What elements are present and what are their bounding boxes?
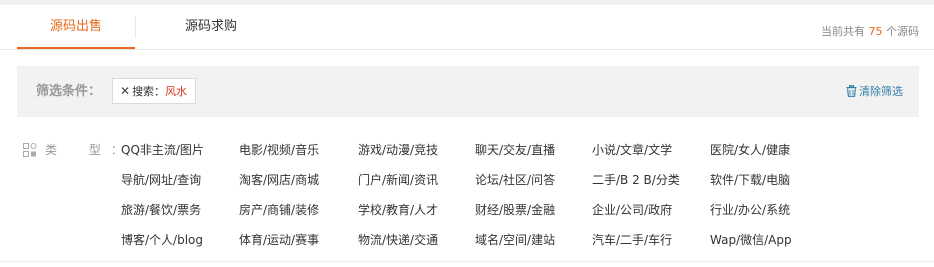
count-suffix: 个源码 bbox=[882, 25, 919, 38]
category-link[interactable]: 游戏/动漫/竞技 bbox=[358, 140, 438, 160]
category-link[interactable]: 财经/股票/金融 bbox=[475, 200, 555, 220]
tab-buy[interactable]: 源码求购 bbox=[136, 5, 286, 49]
category-row: 旅游/餐饮/票务 房产/商铺/装修 学校/教育/人才 财经/股票/金融 企业/公司/政府… bbox=[121, 200, 841, 230]
source-count: 当前共有 75 个源码 bbox=[821, 10, 919, 54]
category-link[interactable]: 小说/文章/文学 bbox=[592, 140, 672, 160]
category-link[interactable]: 聊天/交友/直播 bbox=[475, 140, 555, 160]
chip-prefix: 搜索： bbox=[132, 85, 166, 98]
tab-bar: 源码出售 源码求购 当前共有 75 个源码 bbox=[0, 5, 934, 50]
category-link[interactable]: 物流/快递/交通 bbox=[358, 230, 438, 250]
trash-icon bbox=[846, 68, 857, 119]
category-link[interactable]: 旅游/餐饮/票务 bbox=[121, 200, 201, 220]
category-row: 导航/网址/查询 淘客/网店/商城 门户/新闻/资讯 论坛/社区/问答 二手/B 2 B… bbox=[121, 170, 841, 200]
category-link[interactable]: 论坛/社区/问答 bbox=[475, 170, 555, 190]
category-link[interactable]: 汽车/二手/车行 bbox=[592, 230, 672, 250]
category-link[interactable]: 导航/网址/查询 bbox=[121, 170, 201, 190]
category-row: 博客/个人/blog 体育/运动/赛事 物流/快递/交通 域名/空间/建站 汽车/二手/… bbox=[121, 230, 841, 260]
grid-icon bbox=[23, 143, 37, 160]
tab-sell[interactable]: 源码出售 bbox=[17, 5, 135, 49]
close-icon[interactable]: ✕ bbox=[120, 84, 130, 98]
category-link[interactable]: 行业/办公/系统 bbox=[710, 200, 790, 220]
category-link[interactable]: Wap/微信/App bbox=[710, 230, 792, 250]
category-link[interactable]: 医院/女人/健康 bbox=[710, 140, 790, 160]
clear-filter-label: 清除筛选 bbox=[859, 85, 903, 98]
category-link[interactable]: 学校/教育/人才 bbox=[358, 200, 438, 220]
category-link[interactable]: 房产/商铺/装修 bbox=[239, 200, 319, 220]
category-link[interactable]: 二手/B 2 B/分类 bbox=[592, 170, 680, 190]
filter-label: 筛选条件： bbox=[36, 84, 102, 99]
type-label: 类 型 bbox=[45, 143, 115, 157]
category-link[interactable]: 体育/运动/赛事 bbox=[239, 230, 319, 250]
category-link[interactable]: 企业/公司/政府 bbox=[592, 200, 672, 220]
category-link[interactable]: 门户/新闻/资讯 bbox=[358, 170, 438, 190]
filter-bar: 筛选条件： ✕ 搜索：风水 清除筛选 bbox=[17, 66, 919, 117]
category-link[interactable]: 博客/个人/blog bbox=[121, 230, 203, 250]
category-link[interactable]: QQ非主流/图片 bbox=[121, 140, 204, 160]
clear-filter-button[interactable]: 清除筛选 bbox=[846, 66, 903, 119]
bottom-divider bbox=[0, 261, 934, 262]
category-link[interactable]: 淘客/网店/商城 bbox=[239, 170, 319, 190]
category-link[interactable]: 域名/空间/建站 bbox=[475, 230, 555, 250]
count-value: 75 bbox=[868, 25, 883, 38]
category-link[interactable]: 电影/视频/音乐 bbox=[239, 140, 319, 160]
category-link[interactable]: 软件/下载/电脑 bbox=[710, 170, 790, 190]
type-heading: 类 型： bbox=[23, 141, 123, 160]
count-prefix: 当前共有 bbox=[821, 25, 869, 38]
chip-keyword: 风水 bbox=[165, 85, 188, 98]
category-grid: QQ非主流/图片 电影/视频/音乐 游戏/动漫/竞技 聊天/交友/直播 小说/文章/文学… bbox=[121, 140, 841, 260]
category-row: QQ非主流/图片 电影/视频/音乐 游戏/动漫/竞技 聊天/交友/直播 小说/文章/文学… bbox=[121, 140, 841, 170]
search-filter-chip[interactable]: ✕ 搜索：风水 bbox=[112, 78, 197, 104]
